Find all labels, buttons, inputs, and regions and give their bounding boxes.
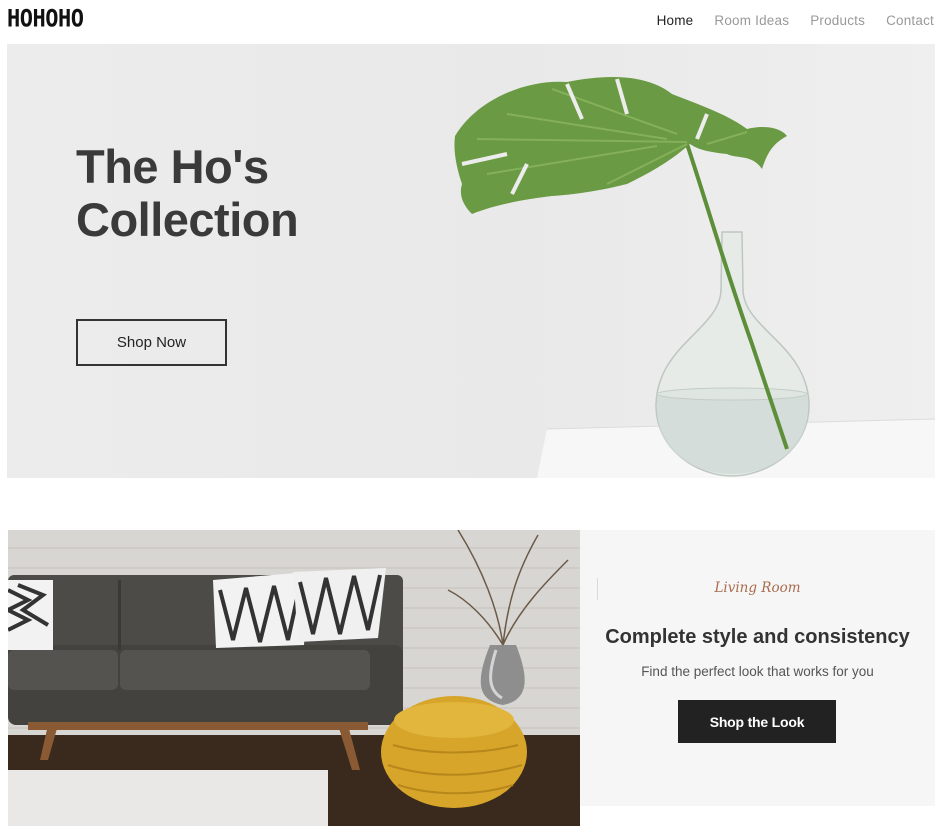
shop-the-look-button[interactable]: Shop the Look [678, 700, 836, 743]
nav-link-products[interactable]: Products [810, 13, 865, 28]
hero-title-line2: Collection [76, 193, 299, 246]
site-logo[interactable]: HOHOHO [7, 6, 84, 33]
living-room-panel: Living Room Complete style and consisten… [580, 530, 935, 806]
monstera-vase-image [454, 77, 935, 478]
main-nav: Home Room Ideas Products Contact [657, 0, 934, 40]
living-room-subtitle: Find the perfect look that works for you [641, 664, 874, 679]
nav-link-home[interactable]: Home [657, 13, 694, 28]
site-header: HOHOHO Home Room Ideas Products Contact [0, 0, 942, 44]
hero-title: The Ho's Collection [76, 140, 299, 246]
hero-title-line1: The Ho's [76, 140, 269, 193]
nav-link-contact[interactable]: Contact [886, 13, 934, 28]
hero-banner: The Ho's Collection Shop Now [7, 44, 935, 478]
living-room-kicker: Living Room [714, 580, 801, 596]
nav-link-room-ideas[interactable]: Room Ideas [714, 13, 789, 28]
shop-now-button[interactable]: Shop Now [76, 319, 227, 366]
living-room-image [8, 530, 580, 826]
living-room-title: Complete style and consistency [605, 626, 910, 648]
